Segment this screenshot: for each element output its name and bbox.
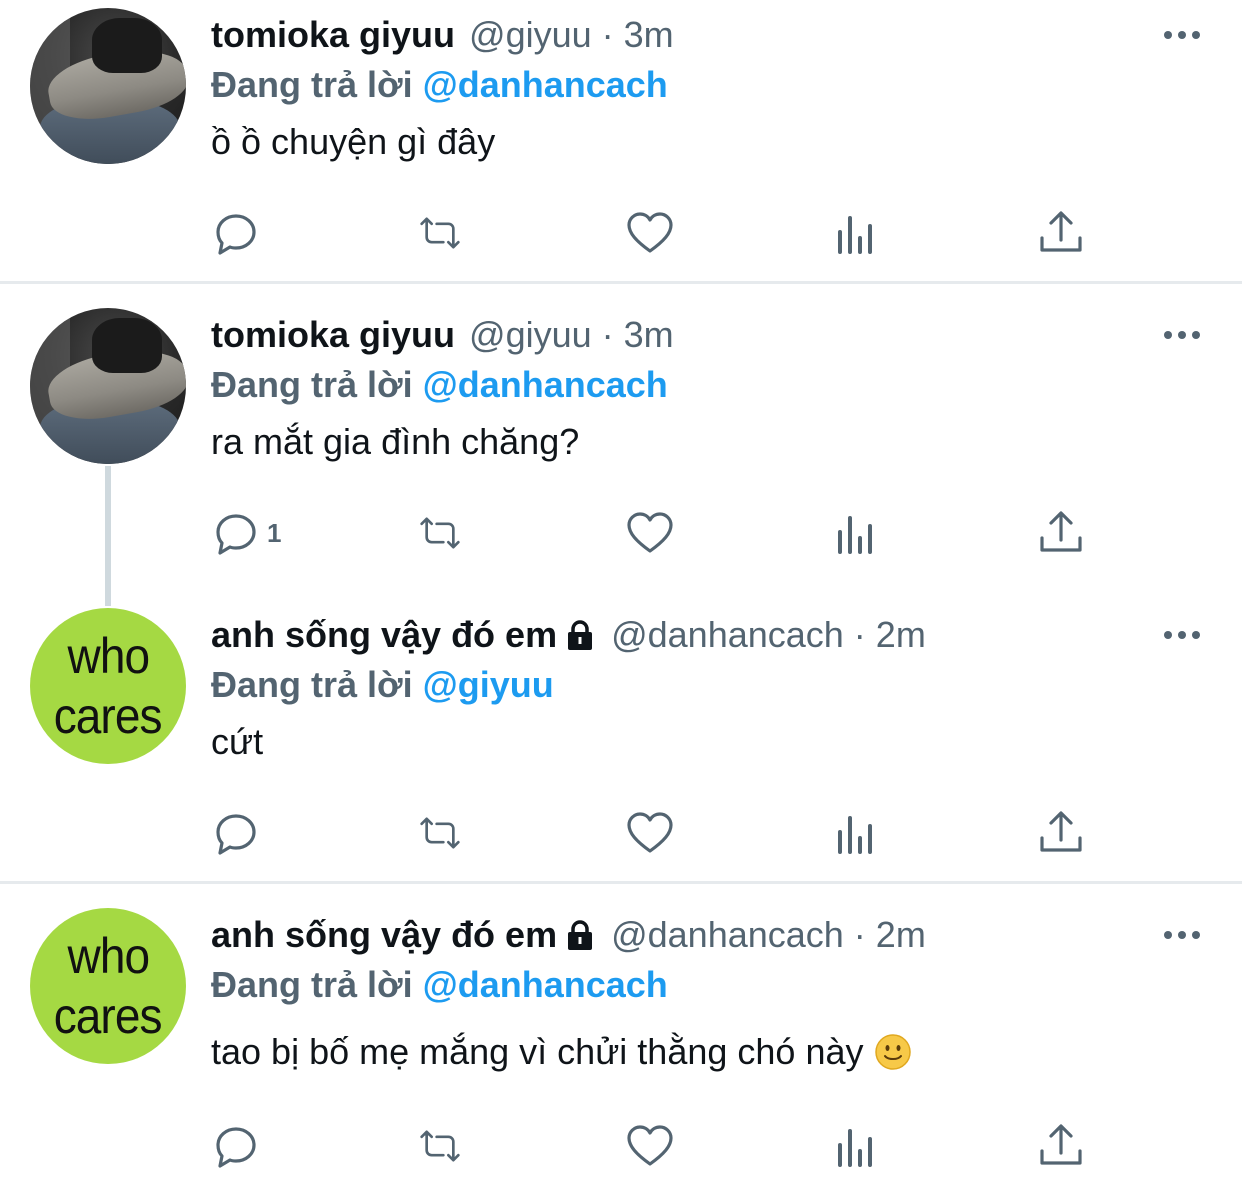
share-icon [1040, 211, 1082, 252]
mention-link[interactable]: @danhancach [423, 364, 668, 406]
avatar[interactable]: who cares [30, 908, 186, 1064]
more-icon[interactable] [1162, 620, 1202, 650]
like-button[interactable] [625, 205, 675, 261]
replying-to: Đang trả lời @danhancach [211, 960, 1202, 1010]
like-icon [627, 212, 673, 253]
share-icon [1040, 811, 1082, 852]
tweet-text: ồ ồ chuyện gì đây [211, 121, 496, 162]
tweet-header: tomioka giyuu @giyuu · 3m [211, 10, 1202, 60]
user-handle[interactable]: @danhancach [611, 914, 844, 956]
avatar-text-cares: cares [54, 988, 163, 1044]
share-button[interactable] [1036, 1118, 1086, 1174]
views-button[interactable] [831, 805, 881, 861]
user-handle[interactable]: @giyuu [469, 14, 592, 56]
replying-label: Đang trả lời [211, 964, 413, 1005]
mention-link[interactable]: @giyuu [423, 664, 554, 706]
tweet[interactable]: tomioka giyuu @giyuu · 3m Đang trả lời @… [0, 0, 1242, 282]
display-name[interactable]: anh sống vậy đó em [211, 614, 557, 656]
tweet-text: tao bị bố mẹ mắng vì chửi thằng chó này [211, 1031, 864, 1072]
tweet-text: ra mắt gia đình chăng? [211, 421, 580, 462]
more-icon[interactable] [1162, 320, 1202, 350]
retweet-icon [420, 217, 460, 249]
reply-button[interactable] [211, 805, 261, 861]
avatar[interactable] [30, 308, 186, 464]
tweet[interactable]: tomioka giyuu @giyuu · 3m Đang trả lời @… [0, 284, 1242, 582]
reply-icon [216, 1127, 256, 1168]
reply-button[interactable]: 1 [211, 505, 281, 561]
retweet-button[interactable] [415, 1118, 465, 1174]
timestamp[interactable]: 2m [876, 614, 926, 656]
tweet[interactable]: who cares anh sống vậy đó em @danhancach… [0, 884, 1242, 1185]
share-button[interactable] [1036, 205, 1086, 261]
like-button[interactable] [625, 805, 675, 861]
retweet-button[interactable] [415, 205, 465, 261]
user-handle[interactable]: @giyuu [469, 314, 592, 356]
views-button[interactable] [831, 1118, 881, 1174]
slightly-smiling-face-icon [875, 1034, 912, 1070]
replying-label: Đang trả lời [211, 64, 413, 105]
tweet-text: cứt [211, 721, 264, 762]
like-button[interactable] [625, 505, 675, 561]
views-button[interactable] [831, 505, 881, 561]
views-icon [838, 816, 872, 854]
replying-to: Đang trả lời @danhancach [211, 60, 1202, 110]
user-handle[interactable]: @danhancach [611, 614, 844, 656]
display-name[interactable]: anh sống vậy đó em [211, 914, 557, 956]
share-icon [1040, 511, 1082, 552]
like-icon [627, 512, 673, 553]
more-icon[interactable] [1162, 20, 1202, 50]
reply-button[interactable] [211, 1118, 261, 1174]
reply-icon [216, 814, 256, 855]
retweet-button[interactable] [415, 805, 465, 861]
timestamp[interactable]: 3m [624, 14, 674, 56]
more-icon[interactable] [1162, 920, 1202, 950]
share-button[interactable] [1036, 505, 1086, 561]
like-icon [627, 812, 673, 853]
retweet-button[interactable] [415, 505, 465, 561]
mention-link[interactable]: @danhancach [423, 64, 668, 106]
views-button[interactable] [831, 205, 881, 261]
views-icon [838, 516, 872, 554]
tweet-header: tomioka giyuu @giyuu · 3m [211, 310, 1202, 360]
tweet-header: anh sống vậy đó em @danhancach · 2m [211, 910, 1202, 960]
share-button[interactable] [1036, 805, 1086, 861]
avatar-text-who: who [67, 628, 150, 684]
reply-icon [216, 214, 256, 255]
separator-dot: · [853, 914, 866, 955]
like-button[interactable] [625, 1118, 675, 1174]
separator-dot: · [601, 14, 614, 55]
avatar[interactable] [30, 8, 186, 164]
lock-icon [568, 620, 593, 650]
avatar[interactable]: who cares [30, 608, 186, 764]
avatar-text-cares: cares [54, 688, 163, 744]
tweet[interactable]: who cares anh sống vậy đó em @danhancach… [0, 584, 1242, 882]
replying-to: Đang trả lời @danhancach [211, 360, 1202, 410]
lock-icon [568, 920, 593, 950]
separator-dot: · [601, 314, 614, 355]
timestamp[interactable]: 3m [624, 314, 674, 356]
display-name[interactable]: tomioka giyuu [211, 14, 455, 56]
avatar-text-who: who [67, 928, 150, 984]
retweet-icon [420, 817, 460, 849]
tweet-text-row: tao bị bố mẹ mắng vì chửi thằng chó này [211, 1022, 1202, 1082]
share-icon [1040, 1124, 1082, 1165]
retweet-icon [420, 517, 460, 549]
like-icon [627, 1125, 673, 1166]
reply-icon [216, 514, 256, 555]
mention-link[interactable]: @danhancach [423, 964, 668, 1006]
reply-button[interactable] [211, 205, 261, 261]
tweet-header: anh sống vậy đó em @danhancach · 2m [211, 610, 1202, 660]
replying-label: Đang trả lời [211, 664, 413, 705]
views-icon [838, 216, 872, 254]
retweet-icon [420, 1130, 460, 1162]
display-name[interactable]: tomioka giyuu [211, 314, 455, 356]
views-icon [838, 1129, 872, 1167]
replying-label: Đang trả lời [211, 364, 413, 405]
separator-dot: · [853, 614, 866, 655]
reply-count: 1 [267, 517, 282, 548]
replying-to: Đang trả lời @giyuu [211, 660, 1202, 710]
timestamp[interactable]: 2m [876, 914, 926, 956]
